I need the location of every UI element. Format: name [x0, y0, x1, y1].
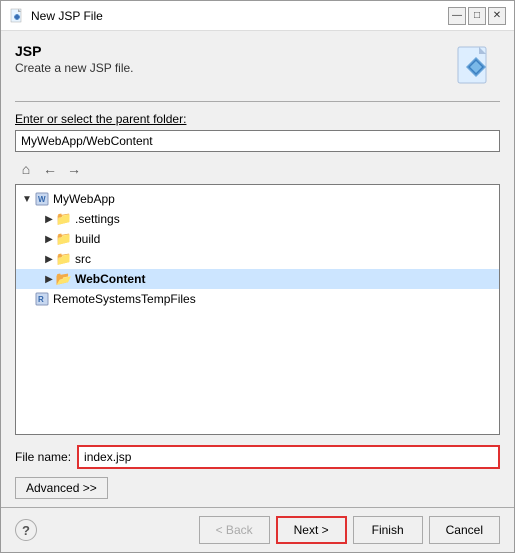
- tree-label-webcontent: WebContent: [75, 272, 145, 286]
- page-subtitle: Create a new JSP file.: [15, 61, 134, 75]
- file-name-label: File name:: [15, 450, 71, 464]
- advanced-button[interactable]: Advanced >>: [15, 477, 108, 499]
- svg-text:W: W: [38, 195, 46, 204]
- header-divider: [15, 101, 500, 102]
- tree-toggle-settings[interactable]: ▶: [42, 214, 56, 225]
- tree-item-mywebapp[interactable]: ▼ W MyWebApp: [16, 189, 499, 209]
- back-nav-button[interactable]: ←: [39, 158, 61, 180]
- close-button[interactable]: ✕: [488, 7, 506, 25]
- folder-icon-src: 📁: [56, 251, 72, 267]
- next-button[interactable]: Next >: [276, 516, 347, 544]
- window-title: New JSP File: [31, 9, 103, 23]
- jsp-file-icon: [452, 43, 500, 91]
- project-icon-remote: R: [34, 291, 50, 307]
- content-area: JSP Create a new JSP file. Enter or sele…: [1, 31, 514, 507]
- title-bar-left: New JSP File: [9, 8, 103, 24]
- tree-label-mywebapp: MyWebApp: [53, 192, 115, 206]
- minimize-button[interactable]: —: [448, 7, 466, 25]
- file-name-row: File name:: [15, 445, 500, 469]
- home-button[interactable]: ⌂: [15, 158, 37, 180]
- tree-item-settings[interactable]: ▶ 📁 .settings: [16, 209, 499, 229]
- tree-toggle-src[interactable]: ▶: [42, 254, 56, 265]
- folder-icon-build: 📁: [56, 231, 72, 247]
- tree-label-settings: .settings: [75, 212, 120, 226]
- tree-label-remotesystems: RemoteSystemsTempFiles: [53, 292, 196, 306]
- forward-nav-button[interactable]: →: [63, 158, 85, 180]
- cancel-button[interactable]: Cancel: [429, 516, 500, 544]
- title-bar: New JSP File — □ ✕: [1, 1, 514, 31]
- tree-label-build: build: [75, 232, 100, 246]
- folder-field-label: Enter or select the parent folder:: [15, 112, 500, 126]
- tree-toggle-webcontent[interactable]: ▶: [42, 274, 56, 285]
- page-title: JSP: [15, 43, 134, 59]
- file-name-input[interactable]: [77, 445, 500, 469]
- maximize-button[interactable]: □: [468, 7, 486, 25]
- window-icon: [9, 8, 25, 24]
- tree-item-remotesystems[interactable]: R RemoteSystemsTempFiles: [16, 289, 499, 309]
- footer-left: ?: [15, 519, 37, 541]
- tree-label-src: src: [75, 252, 91, 266]
- folder-input[interactable]: [15, 130, 500, 152]
- title-bar-controls: — □ ✕: [448, 7, 506, 25]
- advanced-section: Advanced >>: [15, 477, 500, 499]
- svg-text:R: R: [38, 295, 44, 304]
- tree-toggle-mywebapp[interactable]: ▼: [20, 194, 34, 205]
- header-left: JSP Create a new JSP file.: [15, 43, 134, 75]
- tree-item-webcontent[interactable]: ▶ 📂 WebContent: [16, 269, 499, 289]
- finish-button[interactable]: Finish: [353, 516, 423, 544]
- back-button[interactable]: < Back: [199, 516, 270, 544]
- help-button[interactable]: ?: [15, 519, 37, 541]
- folder-open-icon-webcontent: 📂: [56, 271, 72, 287]
- tree-item-src[interactable]: ▶ 📁 src: [16, 249, 499, 269]
- project-icon: W: [34, 191, 50, 207]
- header-section: JSP Create a new JSP file.: [15, 43, 500, 91]
- window: New JSP File — □ ✕ JSP Create a new JSP …: [0, 0, 515, 553]
- footer-buttons: < Back Next > Finish Cancel: [199, 516, 500, 544]
- footer: ? < Back Next > Finish Cancel: [1, 507, 514, 552]
- tree-item-build[interactable]: ▶ 📁 build: [16, 229, 499, 249]
- folder-icon-settings: 📁: [56, 211, 72, 227]
- tree-toolbar: ⌂ ← →: [15, 158, 500, 180]
- folder-tree[interactable]: ▼ W MyWebApp ▶ 📁 .settings ▶ 📁 buil: [15, 184, 500, 435]
- tree-toggle-build[interactable]: ▶: [42, 234, 56, 245]
